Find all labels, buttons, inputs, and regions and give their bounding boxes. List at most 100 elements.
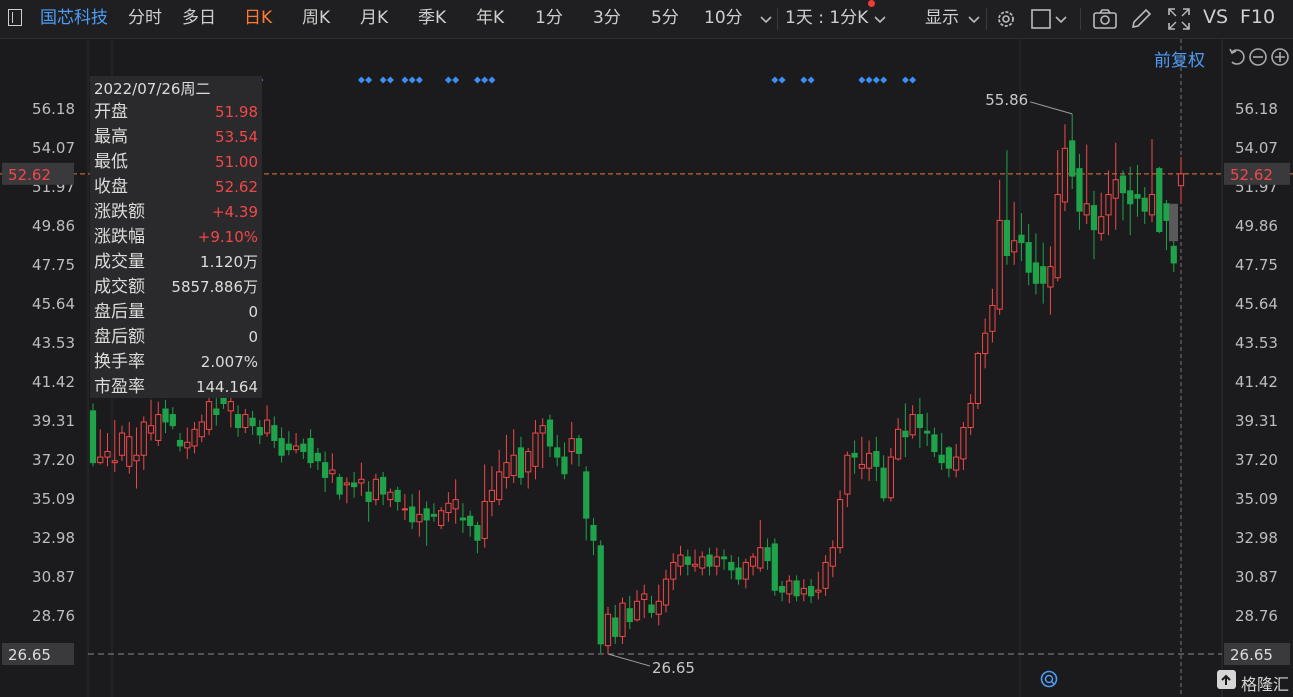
y-tick-label-left: 37.20 <box>32 451 75 469</box>
candle-body <box>380 476 387 495</box>
settings-gear-icon[interactable] <box>994 6 1018 32</box>
y-tick-label-right: 43.53 <box>1235 334 1278 352</box>
candle-body <box>1119 175 1127 194</box>
ohlc-info-panel: 2022/07/26周二 开盘 51.98 最高 53.54 最低 51.00 收盘 52.6… <box>90 76 262 398</box>
y-tick-label-right: 41.42 <box>1235 373 1278 391</box>
candle-body <box>1069 140 1076 177</box>
candle-body <box>496 471 503 501</box>
stock-name[interactable]: 国芯科技 <box>40 8 108 28</box>
info-value: 144.164 <box>195 378 258 396</box>
candle-body <box>1170 245 1177 264</box>
candle-body <box>300 443 307 453</box>
zoom-out-icon[interactable] <box>1249 48 1267 66</box>
candle-body <box>416 513 423 523</box>
tab-quarterly-k[interactable]: 季K <box>418 8 446 28</box>
candle-body <box>945 447 953 469</box>
info-label: 盘后额 <box>94 327 145 347</box>
candle-body <box>1141 197 1148 212</box>
candle-body <box>205 401 213 430</box>
candle-body <box>365 491 372 502</box>
candle-body <box>619 602 626 637</box>
candle-body <box>728 561 735 571</box>
tab-monthly-k[interactable]: 月K <box>360 8 388 28</box>
candle-body <box>895 428 902 460</box>
sidebar-toggle-icon[interactable] <box>8 9 22 26</box>
candle-body <box>1025 242 1032 273</box>
candle-body <box>89 410 97 464</box>
y-tick-label-right: 32.98 <box>1235 529 1278 547</box>
pencil-icon[interactable] <box>1128 6 1154 32</box>
info-row: 市盈率 144.164 <box>94 375 260 400</box>
zoom-in-icon[interactable] <box>1271 48 1289 66</box>
candle-body <box>583 471 590 519</box>
tab-intraday[interactable]: 分时 <box>128 8 162 28</box>
candle-body <box>169 414 176 427</box>
candle-body <box>162 408 169 423</box>
candle-body <box>931 434 938 453</box>
display-menu[interactable]: 显示 <box>925 8 959 28</box>
candle-body <box>807 586 815 597</box>
y-tick-label-left: 43.53 <box>32 334 75 352</box>
candle-body <box>314 452 321 462</box>
y-tick-label-left: 30.87 <box>32 568 75 586</box>
info-label: 市盈率 <box>94 377 145 397</box>
current-price-badge-right: 52.62 <box>1230 166 1273 184</box>
info-row: 成交额 5857.886万 <box>94 275 260 300</box>
candle-body <box>372 478 379 501</box>
current-price-badge-left: 52.62 <box>8 166 51 184</box>
camera-icon[interactable] <box>1092 6 1118 32</box>
candle-body <box>829 547 836 567</box>
candle-body <box>546 419 554 447</box>
info-label: 最高 <box>94 127 128 147</box>
candle-body <box>278 438 285 456</box>
candle-body <box>1040 266 1047 284</box>
candle-body <box>713 556 720 567</box>
forward-adjust-label[interactable]: 前复权 <box>1154 46 1205 71</box>
candle-body <box>133 454 140 462</box>
candle-body <box>467 515 474 526</box>
candle-body <box>242 414 249 429</box>
vs-compare-button[interactable]: VS <box>1203 7 1228 27</box>
max-price-label: 55.86 <box>985 91 1028 109</box>
f10-button[interactable]: F10 <box>1240 7 1275 27</box>
tab-5min[interactable]: 5分 <box>651 8 679 28</box>
y-tick-label-left: 39.31 <box>32 412 75 430</box>
tab-multi-day[interactable]: 多日 <box>182 8 216 28</box>
candle-body <box>924 430 931 434</box>
layout-square-icon[interactable] <box>1030 6 1070 32</box>
candle-body <box>176 439 184 447</box>
display-chevron-icon[interactable] <box>966 6 982 32</box>
tab-weekly-k[interactable]: 周K <box>302 8 330 28</box>
candle-body <box>604 613 612 647</box>
tab-1min[interactable]: 1分 <box>535 8 563 28</box>
fullscreen-icon[interactable] <box>1166 6 1192 32</box>
undo-icon[interactable] <box>1229 48 1245 65</box>
candle-body <box>481 500 488 539</box>
info-value: 5857.886万 <box>171 278 258 296</box>
tab-3min[interactable]: 3分 <box>593 8 621 28</box>
info-value: +9.10% <box>197 228 258 246</box>
tab-yearly-k[interactable]: 年K <box>476 8 504 28</box>
candle-body <box>633 600 641 621</box>
info-row: 盘后量 0 <box>94 300 260 325</box>
tab-10min[interactable]: 10分 <box>704 8 743 28</box>
candle-body <box>126 436 133 467</box>
candle-body <box>612 617 619 637</box>
more-periods-chevron-icon[interactable] <box>758 6 774 32</box>
period-chevron-icon[interactable] <box>872 6 888 32</box>
candle-body <box>1105 194 1112 216</box>
candle-body <box>1090 205 1098 231</box>
candle-body <box>263 419 271 434</box>
period-select[interactable]: 1天 : 1分K <box>785 8 868 28</box>
candle-body <box>706 554 713 567</box>
info-row: 盘后额 0 <box>94 325 260 350</box>
candle-body <box>1083 203 1090 216</box>
candle-body <box>409 506 416 523</box>
candle-body <box>982 332 989 355</box>
tab-daily-k[interactable]: 日K <box>244 8 272 28</box>
candle-body <box>452 499 459 510</box>
y-tick-label-right: 56.18 <box>1235 100 1278 118</box>
candle-body <box>198 421 205 438</box>
search-circle-icon[interactable] <box>1040 670 1058 688</box>
info-label: 最低 <box>94 152 128 172</box>
